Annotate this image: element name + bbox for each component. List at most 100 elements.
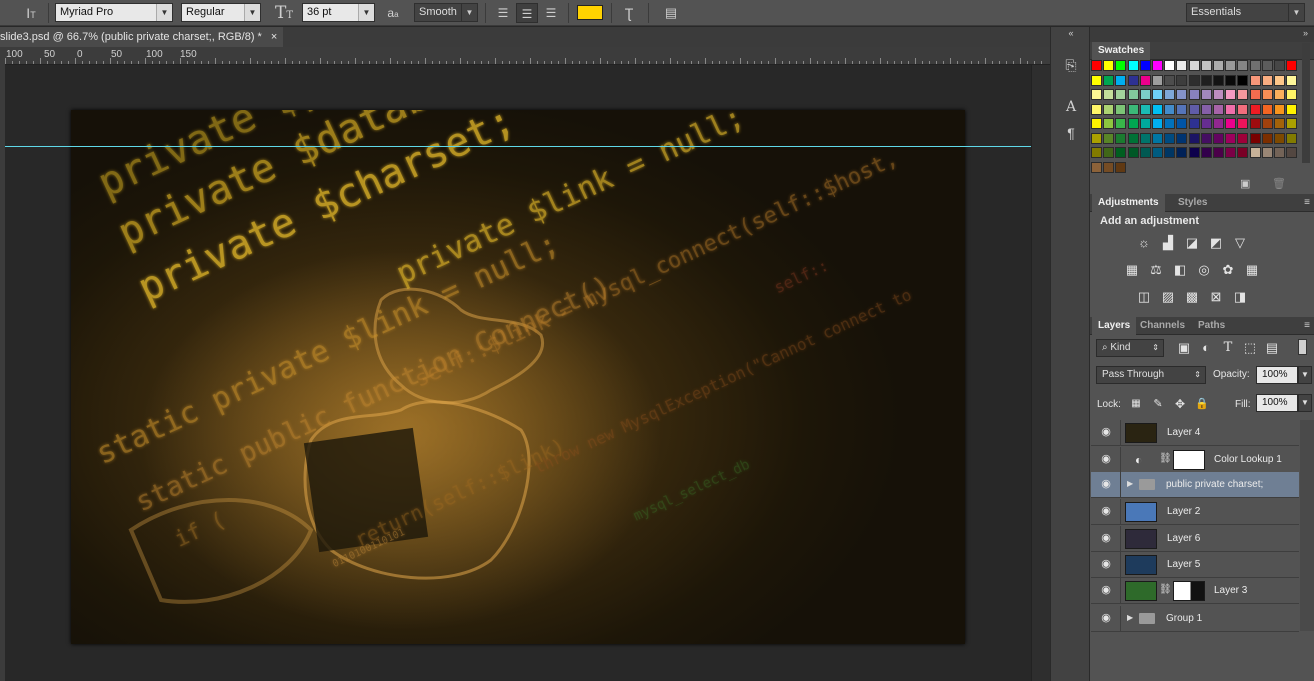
swatch-color[interactable] xyxy=(1091,161,1102,173)
filter-smart-object-icon[interactable]: ▤ xyxy=(1264,340,1280,356)
swatch-color[interactable] xyxy=(1152,147,1163,158)
swatch-color[interactable] xyxy=(1188,89,1200,100)
filter-pixel-icon[interactable]: ▣ xyxy=(1176,340,1192,356)
layer-mask-thumbnail[interactable] xyxy=(1173,450,1205,470)
layer-filter-kind-dropdown[interactable]: ⌕ Kind ⇕ xyxy=(1096,339,1164,357)
layer-row[interactable]: ◉ ⛓ Layer 3 xyxy=(1091,578,1299,604)
swatch-color[interactable] xyxy=(1176,132,1188,144)
swatch-color[interactable] xyxy=(1103,132,1115,144)
text-tool-preset-icon[interactable]: ΙT xyxy=(20,3,42,23)
swatch-color[interactable] xyxy=(1091,147,1102,158)
swatch-color[interactable] xyxy=(1115,161,1127,173)
swatch-color[interactable] xyxy=(1261,147,1273,158)
swatch-color[interactable] xyxy=(1213,103,1224,115)
swatch-color[interactable] xyxy=(1164,89,1176,100)
swatch-color[interactable] xyxy=(1152,132,1163,144)
layer-row[interactable]: ◉ Layer 4 xyxy=(1091,420,1299,446)
swatch-color[interactable] xyxy=(1091,89,1102,100)
channel-mixer-icon[interactable]: ✿ xyxy=(1220,262,1236,278)
swatch-color[interactable] xyxy=(1188,147,1200,158)
visibility-toggle[interactable]: ◉ xyxy=(1091,552,1121,578)
tab-paths[interactable]: Paths xyxy=(1192,317,1231,335)
swatch-color[interactable] xyxy=(1115,147,1127,158)
warp-text-icon[interactable]: Ʈ xyxy=(618,3,640,23)
swatch-color[interactable] xyxy=(1164,60,1176,71)
character-panel-icon[interactable]: ▤ xyxy=(660,3,682,23)
swatch-color[interactable] xyxy=(1274,118,1285,129)
swatch-color[interactable] xyxy=(1139,118,1151,129)
swatch-color[interactable] xyxy=(1213,147,1224,158)
swatch-color[interactable] xyxy=(1103,103,1115,115)
font-style-dropdown[interactable]: Regular ▼ xyxy=(181,3,261,22)
swatch-color[interactable] xyxy=(1286,74,1298,86)
collapse-arrows-icon[interactable]: « xyxy=(1061,27,1081,39)
swatch-color[interactable] xyxy=(1274,60,1285,71)
swatch-color[interactable] xyxy=(1127,147,1139,158)
lock-transparent-icon[interactable]: ▦ xyxy=(1128,396,1144,412)
lock-position-icon[interactable]: ✥ xyxy=(1172,396,1188,412)
swatch-color[interactable] xyxy=(1237,103,1249,115)
visibility-toggle[interactable]: ◉ xyxy=(1091,606,1121,632)
font-size-dropdown[interactable]: 36 pt ▼ xyxy=(302,3,375,22)
brightness-contrast-icon[interactable]: ☼ xyxy=(1136,235,1152,251)
swatch-color[interactable] xyxy=(1286,147,1298,158)
swatch-color[interactable] xyxy=(1164,74,1176,86)
layer-thumbnail[interactable] xyxy=(1125,555,1157,575)
swatch-color[interactable] xyxy=(1225,147,1237,158)
swatch-color[interactable] xyxy=(1237,132,1249,144)
swatch-color[interactable] xyxy=(1103,118,1115,129)
swatch-color[interactable] xyxy=(1115,74,1127,86)
swatch-color[interactable] xyxy=(1225,74,1237,86)
swatch-color[interactable] xyxy=(1225,103,1237,115)
swatch-color[interactable] xyxy=(1188,60,1200,71)
tab-styles[interactable]: Styles xyxy=(1172,194,1213,212)
swatch-color[interactable] xyxy=(1261,132,1273,144)
horizontal-guide-line[interactable] xyxy=(5,146,1031,147)
invert-icon[interactable]: ◫ xyxy=(1136,289,1152,305)
chevron-down-icon[interactable]: ▼ xyxy=(1298,394,1312,412)
swatch-color[interactable] xyxy=(1139,60,1151,71)
swatch-color[interactable] xyxy=(1103,74,1115,86)
swatch-color[interactable] xyxy=(1103,161,1115,173)
swatch-color[interactable] xyxy=(1152,89,1163,100)
layer-row[interactable]: ◉ Layer 2 xyxy=(1091,499,1299,525)
color-lookup-icon[interactable]: ▦ xyxy=(1244,262,1260,278)
swatch-color[interactable] xyxy=(1200,103,1212,115)
paragraph-panel-icon[interactable]: ¶ xyxy=(1061,123,1081,143)
posterize-icon[interactable]: ▨ xyxy=(1160,289,1176,305)
swatch-color[interactable] xyxy=(1152,60,1163,71)
curves-icon[interactable]: ◪ xyxy=(1184,235,1200,251)
expand-arrow-icon[interactable]: ▶ xyxy=(1127,613,1133,622)
filter-shape-icon[interactable]: ⬚ xyxy=(1242,340,1258,356)
swatch-color[interactable] xyxy=(1127,89,1139,100)
swatch-color[interactable] xyxy=(1237,60,1249,71)
swatch-color[interactable] xyxy=(1274,132,1285,144)
swatch-color[interactable] xyxy=(1200,74,1212,86)
layer-thumbnail[interactable] xyxy=(1125,423,1157,443)
swatch-color[interactable] xyxy=(1188,103,1200,115)
swatch-color[interactable] xyxy=(1152,74,1163,86)
swatch-color[interactable] xyxy=(1286,103,1298,115)
color-balance-icon[interactable]: ⚖ xyxy=(1148,262,1164,278)
layer-row[interactable]: ◉ Layer 6 xyxy=(1091,526,1299,552)
new-swatch-icon[interactable]: ▣ xyxy=(1240,177,1250,190)
character-panel-icon[interactable]: A xyxy=(1061,97,1081,117)
tab-adjustments[interactable]: Adjustments xyxy=(1092,194,1165,212)
swatch-color[interactable] xyxy=(1286,60,1298,71)
swatch-color[interactable] xyxy=(1274,74,1285,86)
collapse-arrows-icon[interactable]: » xyxy=(1303,28,1308,38)
vertical-scrollbar[interactable] xyxy=(1031,65,1050,681)
swatch-color[interactable] xyxy=(1225,89,1237,100)
swatch-color[interactable] xyxy=(1188,132,1200,144)
history-panel-icon[interactable]: ⎘ xyxy=(1061,55,1081,75)
swatch-color[interactable] xyxy=(1249,103,1261,115)
swatches-scrollbar[interactable] xyxy=(1302,43,1310,163)
visibility-toggle[interactable]: ◉ xyxy=(1091,499,1121,525)
swatch-color[interactable] xyxy=(1249,147,1261,158)
swatch-color[interactable] xyxy=(1213,74,1224,86)
layer-thumbnail[interactable] xyxy=(1125,502,1157,522)
visibility-toggle[interactable]: ◉ xyxy=(1091,578,1121,604)
swatch-color[interactable] xyxy=(1127,132,1139,144)
swatch-color[interactable] xyxy=(1091,132,1102,144)
chevron-down-icon[interactable]: ▼ xyxy=(1298,366,1312,384)
